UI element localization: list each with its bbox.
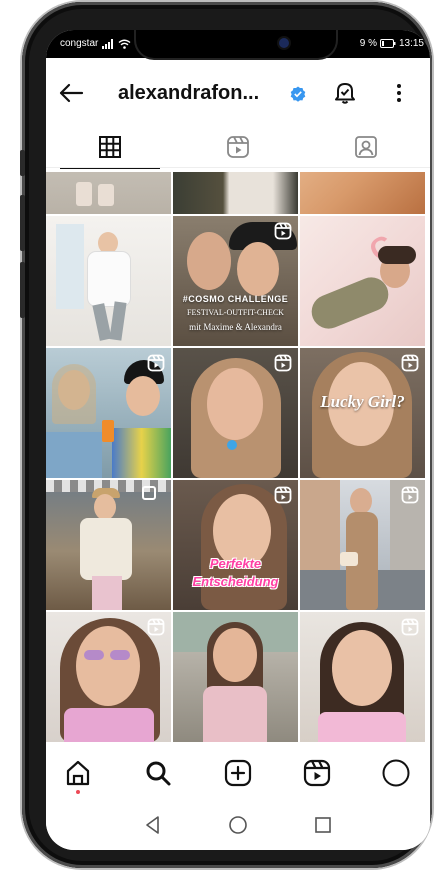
- tab-posts[interactable]: [46, 126, 174, 169]
- profile-tabs: [46, 126, 430, 169]
- bottom-navigation: [46, 746, 430, 802]
- post-grid: #COSMO CHALLENGE FESTIVAL-OUTFIT-CHECK m…: [46, 172, 430, 746]
- grid-post[interactable]: [300, 172, 425, 214]
- system-navigation-bar: [46, 802, 430, 850]
- grid-icon: [99, 136, 121, 158]
- phone-side-button: [20, 195, 25, 251]
- reels-icon[interactable]: [302, 758, 332, 788]
- profile-username[interactable]: alexandrafon...: [118, 82, 259, 105]
- front-camera: [279, 38, 289, 48]
- caption-lucky: Lucky Girl?: [320, 392, 405, 411]
- clock: 13:15: [398, 38, 424, 49]
- battery-icon: [379, 39, 396, 48]
- grid-post[interactable]: Perfekte Entscheidung: [173, 480, 298, 610]
- profile-header: alexandrafon...: [46, 74, 430, 114]
- phone-side-button: [20, 262, 25, 318]
- system-back-icon[interactable]: [142, 814, 164, 836]
- reels-icon: [147, 354, 165, 372]
- caption-festival: FESTIVAL-OUTFIT-CHECK: [187, 308, 284, 317]
- profile-avatar-icon[interactable]: [381, 758, 411, 788]
- tab-reels[interactable]: [174, 126, 302, 168]
- reels-icon: [401, 618, 419, 636]
- reels-icon: [274, 222, 292, 240]
- reels-icon: [274, 486, 292, 504]
- search-icon[interactable]: [143, 758, 173, 788]
- reels-icon: [401, 486, 419, 504]
- grid-post[interactable]: [173, 172, 298, 214]
- app-screen: congstar 9 % 13:15 alexandrafon... #COSM…: [46, 30, 430, 850]
- reels-icon: [274, 354, 292, 372]
- grid-post[interactable]: C: [300, 216, 425, 346]
- notification-bell-icon[interactable]: [332, 80, 358, 106]
- caption-entscheidung: Entscheidung: [192, 574, 279, 589]
- tab-tagged[interactable]: [302, 126, 430, 168]
- battery-percent: 9 %: [359, 38, 377, 49]
- grid-post[interactable]: [46, 172, 171, 214]
- add-post-icon[interactable]: [223, 758, 253, 788]
- grid-post[interactable]: [46, 348, 171, 478]
- signal-icon: [102, 38, 114, 49]
- grid-post[interactable]: [46, 216, 171, 346]
- grid-post[interactable]: #COSMO CHALLENGE FESTIVAL-OUTFIT-CHECK m…: [173, 216, 298, 346]
- status-right: 9 % 13:15: [360, 38, 424, 49]
- carrier-label: congstar: [60, 38, 99, 49]
- reels-icon: [401, 354, 419, 372]
- grid-post[interactable]: [46, 480, 171, 610]
- grid-post[interactable]: [300, 612, 425, 742]
- grid-post[interactable]: [46, 612, 171, 742]
- arrow-left-icon[interactable]: [56, 78, 86, 108]
- caption-cosmo: #COSMO CHALLENGE: [182, 294, 289, 304]
- wifi-icon: [118, 39, 131, 49]
- grid-post[interactable]: [300, 480, 425, 610]
- verified-badge-icon: [290, 86, 306, 102]
- system-home-icon[interactable]: [227, 814, 249, 836]
- grid-post[interactable]: [173, 348, 298, 478]
- camera-notch: [136, 30, 336, 58]
- reels-icon: [227, 136, 249, 158]
- caption-names: mit Maxime & Alexandra: [189, 322, 282, 332]
- caption-perfekte: Perfekte: [209, 556, 262, 571]
- system-recents-icon[interactable]: [312, 814, 334, 836]
- tagged-person-icon: [355, 136, 377, 158]
- notification-dot: [76, 790, 80, 794]
- home-icon[interactable]: [63, 758, 93, 788]
- status-left: congstar: [60, 38, 131, 49]
- reels-icon: [147, 618, 165, 636]
- grid-post[interactable]: Lucky Girl?: [300, 348, 425, 478]
- phone-side-button: [20, 150, 25, 176]
- status-bar: congstar 9 % 13:15: [46, 30, 430, 58]
- more-vertical-icon[interactable]: [389, 80, 409, 106]
- grid-post[interactable]: [173, 612, 298, 742]
